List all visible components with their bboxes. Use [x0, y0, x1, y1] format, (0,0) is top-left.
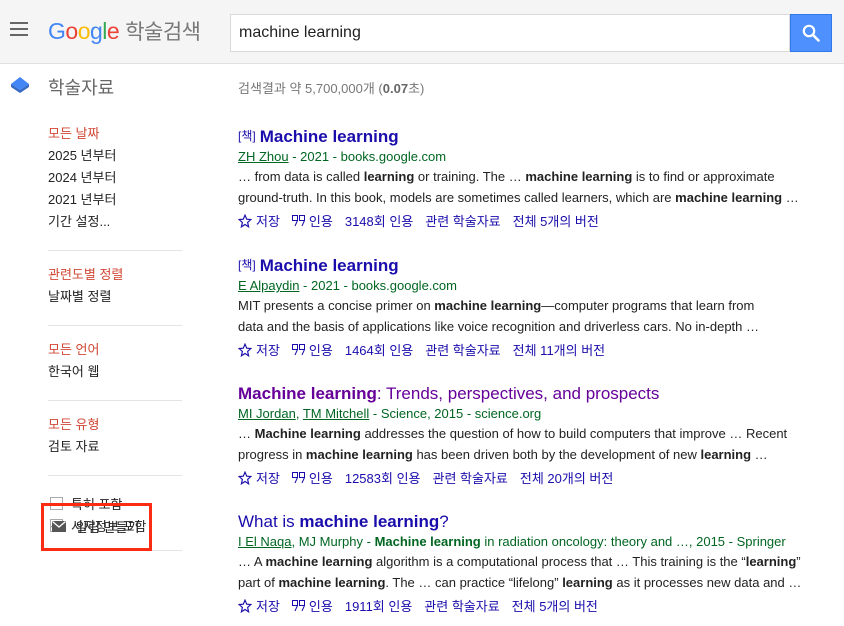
sub-bar: 학술자료 검색결과 약 5,700,000개 (0.07초)	[0, 65, 844, 105]
type-group: 모든 유형 검토 자료	[48, 417, 182, 476]
result-actions: 저장 인용 3148회 인용 관련 학술자료 전체 5개의 버전	[238, 211, 808, 230]
result-meta: MI Jordan, TM Mitchell - Science, 2015 -…	[238, 406, 542, 421]
author-link[interactable]: E Alpaydin	[238, 278, 299, 293]
result-snippet: progress in machine learning has been dr…	[238, 447, 768, 462]
envelope-icon	[52, 521, 66, 532]
sort-group: 관련도별 정렬 날짜별 정렬	[48, 267, 182, 326]
related-articles-link[interactable]: 관련 학술자료	[433, 468, 508, 487]
result-meta: E Alpaydin - 2021 - books.google.com	[238, 278, 457, 293]
scholar-cap-icon	[11, 77, 29, 93]
result-title-link[interactable]: Machine learning: Trends, perspectives, …	[238, 384, 808, 404]
search-icon	[802, 24, 820, 42]
cite-link[interactable]: 인용	[291, 211, 333, 230]
cited-by-link[interactable]: 1911회 인용	[345, 596, 412, 615]
lang-korean[interactable]: 한국어 웹	[48, 364, 182, 386]
lang-any[interactable]: 모든 언어	[48, 342, 182, 364]
section-title: 학술자료	[48, 78, 115, 98]
result-snippet: MIT presents a concise primer on machine…	[238, 298, 755, 313]
cited-by-link[interactable]: 12583회 인용	[345, 468, 421, 487]
save-link[interactable]: 저장	[238, 211, 280, 230]
date-filter-custom[interactable]: 기간 설정...	[48, 214, 182, 236]
star-icon	[238, 598, 252, 613]
date-filter-2024[interactable]: 2024 년부터	[48, 170, 182, 192]
result-item: [책] Machine learning E Alpaydin - 2021 - …	[238, 255, 808, 359]
create-alert-button[interactable]: 알림 만들기	[52, 517, 139, 536]
related-articles-link[interactable]: 관련 학술자료	[424, 596, 499, 615]
result-item: What is machine learning? I El Naqa, MJ …	[238, 512, 808, 615]
result-stats: 검색결과 약 5,700,000개 (0.07초)	[238, 81, 425, 96]
sort-date[interactable]: 날짜별 정렬	[48, 289, 182, 311]
date-filter-2025[interactable]: 2025 년부터	[48, 148, 182, 170]
result-actions: 저장 인용 12583회 인용 관련 학술자료 전체 20개의 버전	[238, 468, 808, 487]
result-title-link[interactable]: [책] Machine learning	[238, 255, 808, 276]
google-scholar-logo[interactable]: Google 학술검색	[48, 16, 201, 46]
result-snippet: … from data is called learning or traini…	[238, 169, 775, 184]
quote-icon	[291, 471, 305, 483]
result-snippet: part of machine learning. The … can prac…	[238, 575, 802, 590]
type-any[interactable]: 모든 유형	[48, 417, 182, 439]
result-snippet: data and the basis of applications like …	[238, 319, 760, 334]
quote-icon	[291, 214, 305, 226]
result-item: [책] Machine learning ZH Zhou - 2021 - boo…	[238, 126, 808, 230]
result-actions: 저장 인용 1464회 인용 관련 학술자료 전체 11개의 버전	[238, 340, 808, 359]
cited-by-link[interactable]: 1464회 인용	[345, 340, 413, 359]
all-versions-link[interactable]: 전체 5개의 버전	[512, 596, 598, 615]
result-item: Machine learning: Trends, perspectives, …	[238, 384, 808, 487]
author-link[interactable]: MI Jordan	[238, 406, 296, 421]
cite-link[interactable]: 인용	[291, 596, 333, 615]
date-filter-any[interactable]: 모든 날짜	[48, 126, 182, 148]
all-versions-link[interactable]: 전체 20개의 버전	[520, 468, 613, 487]
date-filter-2021[interactable]: 2021 년부터	[48, 192, 182, 214]
save-link[interactable]: 저장	[238, 596, 280, 615]
all-versions-link[interactable]: 전체 5개의 버전	[513, 211, 599, 230]
result-snippet: … A machine learning algorithm is a comp…	[238, 554, 801, 569]
save-link[interactable]: 저장	[238, 468, 280, 487]
quote-icon	[291, 343, 305, 355]
all-versions-link[interactable]: 전체 11개의 버전	[513, 340, 605, 359]
author-link[interactable]: ZH Zhou	[238, 149, 289, 164]
result-title-link[interactable]: [책] Machine learning	[238, 126, 808, 147]
top-bar: Google 학술검색	[0, 0, 844, 64]
filter-sidebar: 모든 날짜 2025 년부터 2024 년부터 2021 년부터 기간 설정..…	[48, 126, 182, 567]
result-meta: I El Naqa, MJ Murphy - Machine learning …	[238, 534, 786, 549]
language-group: 모든 언어 한국어 웹	[48, 342, 182, 401]
related-articles-link[interactable]: 관련 학술자료	[425, 340, 500, 359]
star-icon	[238, 213, 252, 228]
cite-link[interactable]: 인용	[291, 468, 333, 487]
result-snippet: … Machine learning addresses the questio…	[238, 426, 788, 441]
related-articles-link[interactable]: 관련 학술자료	[425, 211, 500, 230]
search-box	[230, 14, 790, 52]
star-icon	[238, 342, 252, 357]
cite-link[interactable]: 인용	[291, 340, 333, 359]
menu-icon[interactable]	[10, 22, 30, 38]
author-link[interactable]: I El Naqa	[238, 534, 291, 549]
star-icon	[238, 470, 252, 485]
sort-relevance[interactable]: 관련도별 정렬	[48, 267, 182, 289]
search-input[interactable]	[231, 15, 789, 51]
cited-by-link[interactable]: 3148회 인용	[345, 211, 413, 230]
type-review[interactable]: 검토 자료	[48, 439, 182, 461]
result-actions: 저장 인용 1911회 인용 관련 학술자료 전체 5개의 버전	[238, 596, 808, 615]
result-snippet: ground-truth. In this book, models are s…	[238, 190, 799, 205]
author-link[interactable]: TM Mitchell	[303, 406, 369, 421]
result-title-link[interactable]: What is machine learning?	[238, 512, 808, 532]
result-meta: ZH Zhou - 2021 - books.google.com	[238, 149, 447, 164]
quote-icon	[291, 599, 305, 611]
search-button[interactable]	[790, 14, 832, 52]
save-link[interactable]: 저장	[238, 340, 280, 359]
date-filter-group: 모든 날짜 2025 년부터 2024 년부터 2021 년부터 기간 설정..…	[48, 126, 182, 251]
